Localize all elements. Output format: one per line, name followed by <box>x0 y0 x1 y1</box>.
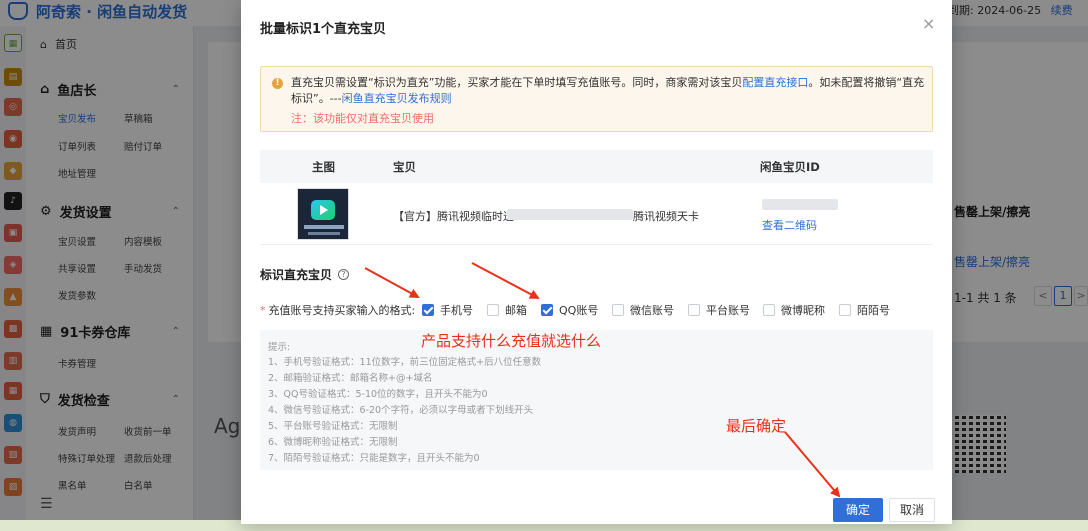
item-title-start: 【官方】腾讯视频临时送 <box>393 210 514 223</box>
tip-line: 5、平台账号验证格式：无限制 <box>268 421 398 432</box>
checkbox-phone[interactable]: 手机号 <box>422 302 473 318</box>
checkbox-label: 平台账号 <box>706 304 750 317</box>
required-mark: * <box>260 303 266 317</box>
checkbox-platform[interactable]: 平台账号 <box>688 302 750 318</box>
checkbox-momo[interactable]: 陌陌号 <box>839 302 890 318</box>
format-label-text: 充值账号支持买家输入的格式: <box>268 304 416 317</box>
tip-line: 1、手机号验证格式：11位数字，前三位固定格式+后八位任意数 <box>268 357 542 368</box>
checkbox-label: 微博昵称 <box>781 304 825 317</box>
format-label: * 充值账号支持买家输入的格式: <box>260 302 415 318</box>
annotation-choose-formats: 产品支持什么充值就选什么 <box>421 332 602 350</box>
dialog-title: 批量标识1个直充宝贝 <box>260 22 387 37</box>
checkbox-label: QQ账号 <box>559 304 599 317</box>
validation-tips: 提示: 1、手机号验证格式：11位数字，前三位固定格式+后八位任意数 2、邮箱验… <box>260 330 933 470</box>
table-row: 【官方】腾讯视频临时送 腾讯视频天卡 查看二维码 <box>260 183 933 245</box>
cancel-button[interactable]: 取消 <box>889 498 935 522</box>
column-header-item-id: 闲鱼宝贝ID <box>760 160 820 174</box>
redacted-title <box>507 209 633 220</box>
checkbox-unchecked-icon <box>839 304 851 316</box>
checkbox-weibo[interactable]: 微博昵称 <box>763 302 825 318</box>
checkbox-wechat[interactable]: 微信账号 <box>612 302 674 318</box>
section-title-label: 标识直充宝贝 <box>260 268 333 282</box>
table-header: 主图 宝贝 闲鱼宝贝ID <box>260 150 933 183</box>
warning-alert: ! 直充宝贝需设置“标识为直充”功能，买家才能在下单时填写充值账号。同时，商家需… <box>260 66 933 132</box>
view-qr-link[interactable]: 查看二维码 <box>762 217 817 233</box>
close-icon[interactable]: × <box>922 16 935 32</box>
tips-heading: 提示: <box>268 342 291 353</box>
checkbox-label: 微信账号 <box>630 304 674 317</box>
checkbox-qq[interactable]: QQ账号 <box>541 302 598 318</box>
item-title-end: 腾讯视频天卡 <box>633 210 699 223</box>
checkbox-email[interactable]: 邮箱 <box>487 302 527 318</box>
checkbox-label: 邮箱 <box>505 304 527 317</box>
configure-interface-link[interactable]: 配置直充接口 <box>742 76 808 89</box>
tip-line: 6、微博昵称验证格式：无限制 <box>268 437 398 448</box>
item-thumbnail <box>297 188 349 240</box>
checkbox-label: 陌陌号 <box>857 304 890 317</box>
alert-text-part: 直充宝贝需设置“标识为直充”功能，买家才能在下单时填写充值账号。同时，商家需对该… <box>291 76 743 89</box>
thumbnail-caption <box>304 225 344 229</box>
checkbox-unchecked-icon <box>688 304 700 316</box>
alert-note: 注：该功能仅对直充宝贝使用 <box>291 112 434 125</box>
video-play-icon <box>311 200 335 220</box>
column-header-image: 主图 <box>312 160 335 174</box>
redacted-item-id <box>762 199 838 210</box>
tip-line: 2、邮箱验证格式：邮箱名称+@+域名 <box>268 373 433 384</box>
checkbox-unchecked-icon <box>763 304 775 316</box>
help-icon[interactable]: ? <box>338 269 350 280</box>
annotation-confirm: 最后确定 <box>726 417 787 435</box>
section-title: 标识直充宝贝 ? <box>260 266 350 283</box>
tip-line: 3、QQ号验证格式：5-10位的数字，且开头不能为0 <box>268 389 488 400</box>
checkbox-checked-icon <box>541 304 553 316</box>
column-header-item: 宝贝 <box>393 160 416 174</box>
alert-text: 直充宝贝需设置“标识为直充”功能，买家才能在下单时填写充值账号。同时，商家需对该… <box>291 75 927 107</box>
checkbox-unchecked-icon <box>612 304 624 316</box>
warning-icon: ! <box>272 78 283 89</box>
checkbox-checked-icon <box>422 304 434 316</box>
thumbnail-caption-line <box>308 232 340 235</box>
tip-line: 4、微信号验证格式：6-20个字符，必须以字母或者下划线开头 <box>268 405 534 416</box>
confirm-button[interactable]: 确定 <box>833 498 883 522</box>
tip-line: 7、陌陌号验证格式：只能是数字，且开头不能为0 <box>268 453 480 464</box>
checkbox-unchecked-icon <box>487 304 499 316</box>
checkbox-label: 手机号 <box>440 304 473 317</box>
mark-direct-recharge-dialog: 批量标识1个直充宝贝 × ! 直充宝贝需设置“标识为直充”功能，买家才能在下单时… <box>241 0 952 524</box>
publish-rules-link[interactable]: 闲鱼直充宝贝发布规则 <box>342 92 452 105</box>
